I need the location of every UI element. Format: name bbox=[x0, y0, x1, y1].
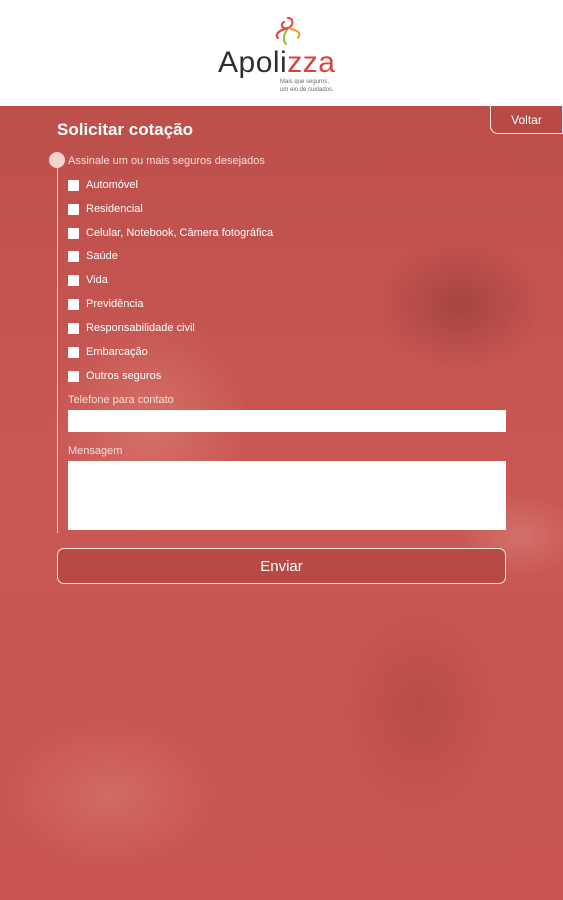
checkbox[interactable] bbox=[68, 227, 79, 239]
option-label: Saúde bbox=[86, 250, 118, 262]
option-previdencia[interactable]: Previdência bbox=[68, 296, 143, 312]
option-label: Residencial bbox=[86, 203, 143, 215]
send-button[interactable]: Enviar bbox=[57, 548, 506, 584]
checkbox[interactable] bbox=[68, 346, 79, 358]
option-label: Celular, Notebook, Câmera fotográfica bbox=[86, 227, 274, 239]
option-embarcacao[interactable]: Embarcação bbox=[68, 344, 148, 360]
checkbox[interactable] bbox=[68, 322, 79, 334]
logo-tagline: Mais que seguros, um elo de cuidados. bbox=[280, 79, 334, 93]
logo-wordmark: Apolizza bbox=[218, 46, 336, 79]
checkbox[interactable] bbox=[68, 370, 79, 382]
timeline-dot bbox=[49, 152, 65, 168]
option-label: Responsabilidade civil bbox=[86, 322, 195, 334]
option-eletronicos[interactable]: Celular, Notebook, Câmera fotográfica bbox=[68, 225, 273, 241]
timeline-line bbox=[57, 160, 58, 533]
page-title: Solicitar cotação bbox=[57, 120, 194, 139]
option-label: Previdência bbox=[86, 298, 144, 310]
logo-knot-icon bbox=[275, 16, 301, 46]
option-automovel[interactable]: Automóvel bbox=[68, 177, 138, 193]
message-input[interactable] bbox=[68, 461, 506, 530]
option-label: Automóvel bbox=[86, 179, 138, 191]
message-label: Mensagem bbox=[68, 445, 123, 457]
checkbox[interactable] bbox=[68, 298, 79, 310]
option-residencial[interactable]: Residencial bbox=[68, 201, 143, 217]
instruction-text: Assinale um ou mais seguros desejados bbox=[68, 155, 265, 167]
apolizza-logo: Apolizza Mais que seguros, um elo de cui… bbox=[218, 12, 358, 98]
app-header: Apolizza Mais que seguros, um elo de cui… bbox=[0, 0, 563, 106]
phone-label: Telefone para contato bbox=[68, 394, 174, 406]
option-vida[interactable]: Vida bbox=[68, 272, 108, 288]
option-responsabilidade-civil[interactable]: Responsabilidade civil bbox=[68, 320, 195, 336]
checkbox[interactable] bbox=[68, 250, 79, 262]
back-button[interactable]: Voltar bbox=[490, 106, 563, 134]
option-saude[interactable]: Saúde bbox=[68, 248, 118, 264]
option-label: Outros seguros bbox=[86, 370, 162, 382]
option-label: Embarcação bbox=[86, 346, 148, 358]
option-outros-seguros[interactable]: Outros seguros bbox=[68, 368, 161, 384]
phone-input[interactable] bbox=[68, 410, 506, 432]
checkbox[interactable] bbox=[68, 179, 79, 191]
option-label: Vida bbox=[86, 274, 108, 286]
checkbox[interactable] bbox=[68, 203, 79, 215]
checkbox[interactable] bbox=[68, 274, 79, 286]
